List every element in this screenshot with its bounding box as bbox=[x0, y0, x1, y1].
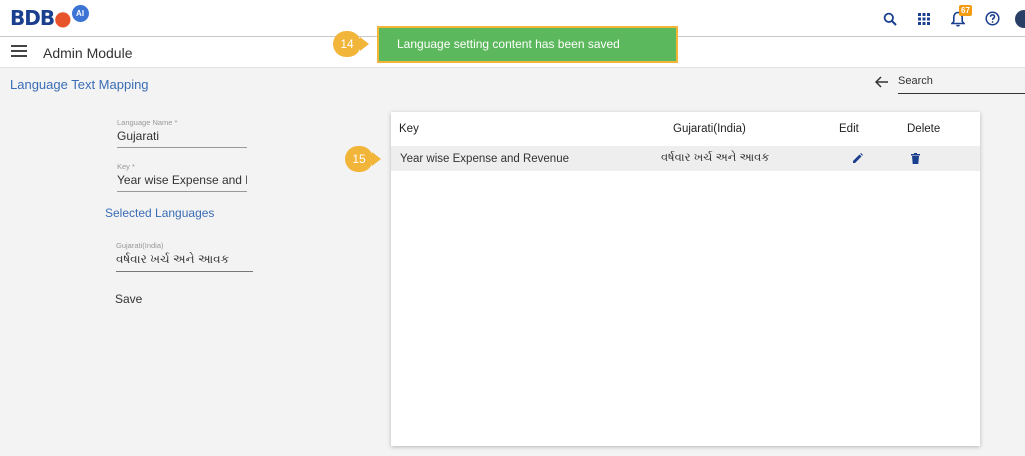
search-input[interactable]: Search bbox=[898, 72, 1025, 94]
notification-badge: 67 bbox=[959, 5, 972, 16]
translation-value: વર્ષવાર ખર્ચ અને આવક bbox=[116, 252, 253, 272]
key-label: Key * bbox=[117, 162, 135, 171]
app-logo[interactable]: BDB● AI bbox=[10, 4, 89, 31]
language-name-field[interactable]: Language Name * Gujarati bbox=[117, 118, 247, 148]
bell-icon[interactable]: 67 bbox=[941, 0, 975, 37]
row-key-cell: Year wise Expense and Revenue bbox=[400, 152, 569, 165]
hamburger-icon[interactable] bbox=[11, 45, 27, 59]
step-marker-14-pointer bbox=[360, 37, 369, 51]
avatar[interactable] bbox=[1015, 9, 1025, 28]
selected-languages-heading: Selected Languages bbox=[105, 206, 215, 220]
column-header-edit: Edit bbox=[839, 122, 859, 135]
apps-grid-icon[interactable] bbox=[907, 0, 941, 37]
success-toast: Language setting content has been saved bbox=[377, 26, 678, 63]
translation-field[interactable]: Gujarati(India) વર્ષવાર ખર્ચ અને આવક bbox=[116, 241, 253, 272]
step-marker-15: 15 bbox=[345, 146, 373, 172]
trash-icon[interactable] bbox=[911, 146, 920, 171]
column-header-key: Key bbox=[399, 122, 419, 135]
step-marker-14: 14 bbox=[333, 31, 361, 57]
arrow-left-icon[interactable] bbox=[874, 76, 889, 92]
top-toolbar: 67 bbox=[873, 0, 1025, 37]
column-header-delete: Delete bbox=[907, 122, 941, 135]
logo-wordmark: BDB● bbox=[10, 6, 72, 30]
table-header: Key Gujarati(India) Edit Delete bbox=[391, 112, 980, 145]
language-name-value: Gujarati bbox=[117, 129, 247, 148]
step-marker-15-pointer bbox=[372, 152, 381, 166]
toast-message: Language setting content has been saved bbox=[397, 36, 620, 51]
key-value: Year wise Expense and Revenue bbox=[117, 173, 247, 192]
pencil-icon[interactable] bbox=[852, 146, 863, 171]
mapping-table: Key Gujarati(India) Edit Delete Year wis… bbox=[391, 112, 980, 446]
save-button[interactable]: Save bbox=[115, 292, 142, 306]
row-translation-cell: વર્ષવાર ખર્ચ અને આવક bbox=[661, 152, 770, 164]
table-row[interactable]: Year wise Expense and Revenue વર્ષવાર ખર… bbox=[391, 146, 980, 171]
help-icon[interactable] bbox=[975, 0, 1009, 37]
module-title: Admin Module bbox=[43, 45, 133, 61]
key-field[interactable]: Key * Year wise Expense and Revenue bbox=[117, 162, 247, 192]
language-name-label: Language Name * bbox=[117, 118, 178, 127]
translation-label: Gujarati(India) bbox=[116, 241, 164, 250]
column-header-translation: Gujarati(India) bbox=[673, 122, 746, 135]
logo-ai-badge: AI bbox=[71, 4, 89, 22]
page-title: Language Text Mapping bbox=[10, 77, 149, 92]
search-icon[interactable] bbox=[873, 0, 907, 37]
